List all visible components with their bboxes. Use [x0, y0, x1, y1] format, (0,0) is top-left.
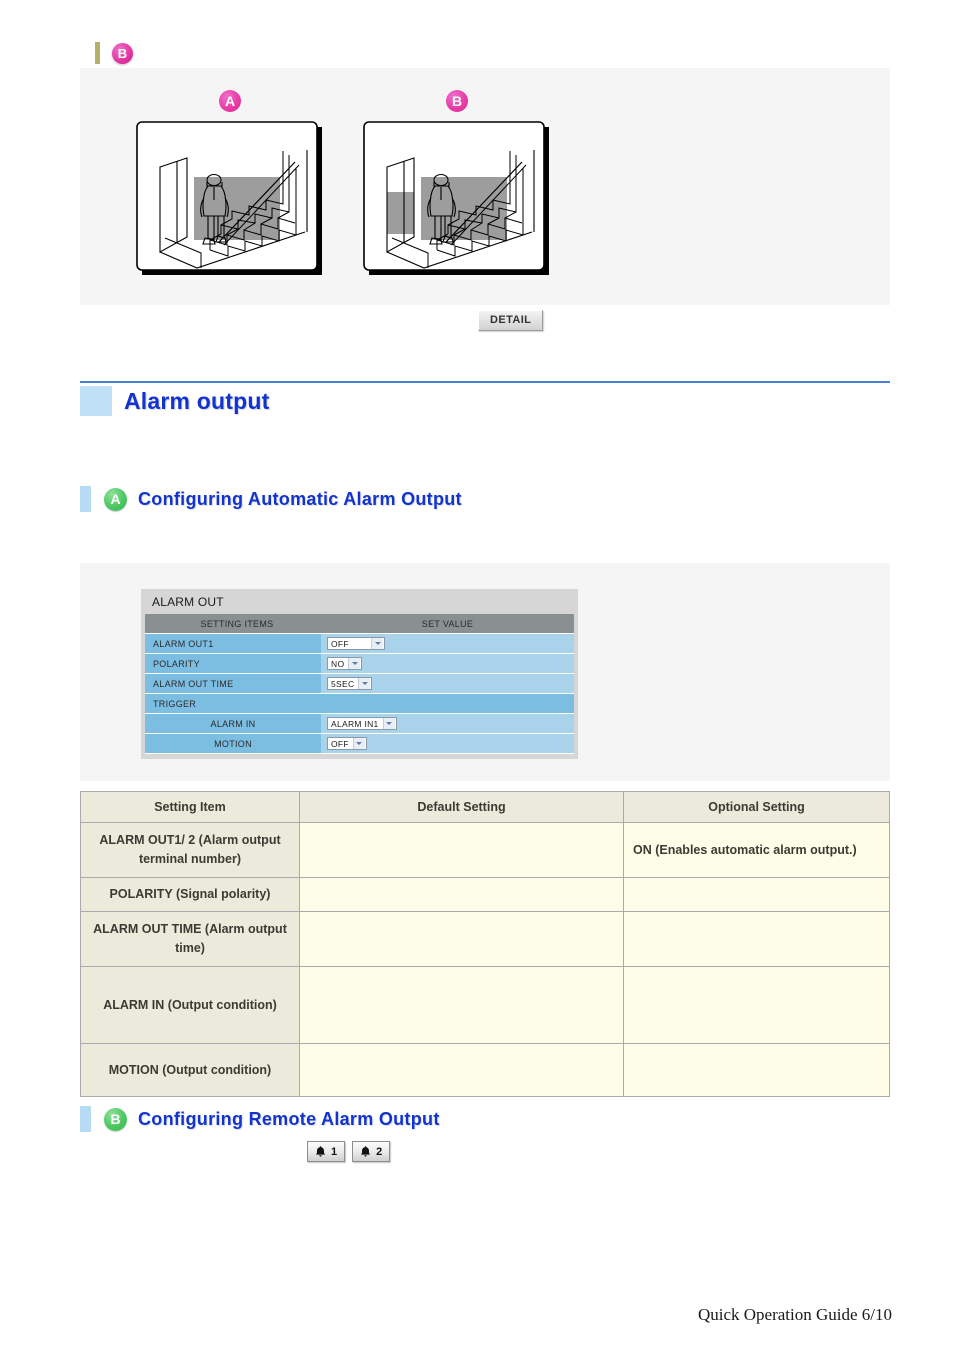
- table-row: ALARM OUT1/ 2 (Alarm output terminal num…: [80, 822, 890, 878]
- alarm-output-button-1[interactable]: 1: [307, 1141, 346, 1162]
- chevron-down-icon: [348, 658, 361, 669]
- desc-default-alarm-out: [299, 822, 624, 878]
- alarm-button-1-label: 1: [331, 1145, 338, 1158]
- settings-row-alarm-out-time: ALARM OUT TIME 5SEC: [145, 673, 574, 694]
- step-badge-b: B: [112, 42, 133, 64]
- subsection-header-b: B Configuring Remote Alarm Output: [80, 1106, 440, 1132]
- olive-accent-bar: [95, 42, 100, 64]
- desc-default-motion: [299, 1043, 624, 1098]
- value-cell-alarm-in: ALARM IN1: [321, 713, 574, 734]
- chevron-down-icon: [358, 678, 371, 689]
- subsection-chip-b: [80, 1106, 91, 1132]
- label-polarity: POLARITY: [145, 653, 321, 674]
- subsection-title-b: Configuring Remote Alarm Output: [138, 1108, 440, 1129]
- select-alarm-in[interactable]: ALARM IN1: [327, 717, 397, 730]
- label-alarm-out-time: ALARM OUT TIME: [145, 673, 321, 694]
- select-alarm-out-time-value: 5SEC: [331, 678, 355, 689]
- illustration-panel: A B: [80, 68, 890, 305]
- select-polarity[interactable]: NO: [327, 657, 363, 670]
- section-header: Alarm output: [80, 386, 270, 416]
- chevron-down-icon: [352, 738, 365, 749]
- desc-default-alarm-out-time: [299, 911, 624, 968]
- alarm-button-2-label: 2: [376, 1145, 383, 1158]
- value-cell-motion: OFF: [321, 733, 574, 754]
- illustration-group: A B: [135, 90, 552, 278]
- label-alarm-out1: ALARM OUT1: [145, 633, 321, 654]
- desc-optional-alarm-out: ON (Enables automatic alarm output.): [623, 822, 890, 878]
- select-alarm-out-time[interactable]: 5SEC: [327, 677, 373, 690]
- value-cell-alarm-out-time: 5SEC: [321, 673, 574, 694]
- section-chip: [80, 386, 112, 416]
- illustration-b: B: [362, 90, 552, 278]
- settings-description-table: Setting Item Default Setting Optional Se…: [80, 791, 890, 1098]
- desc-item-alarm-in: ALARM IN (Output condition): [80, 966, 300, 1045]
- settings-row-polarity: POLARITY NO: [145, 653, 574, 674]
- illustration-image-a: [135, 120, 325, 278]
- desc-optional-alarm-in: [623, 966, 890, 1045]
- desc-item-alarm-out: ALARM OUT1/ 2 (Alarm output terminal num…: [80, 822, 300, 878]
- chevron-down-icon: [371, 638, 383, 649]
- alarm-out-table: SETTING ITEMS SET VALUE ALARM OUT1 OFF P…: [145, 614, 574, 754]
- subsection-title-a: Configuring Automatic Alarm Output: [138, 488, 462, 509]
- page-footer: Quick Operation Guide 6/10: [697, 1305, 892, 1324]
- alarm-out-table-header: SETTING ITEMS SET VALUE: [145, 614, 574, 634]
- label-alarm-in: ALARM IN: [145, 713, 321, 734]
- alarm-out-window: ALARM OUT SETTING ITEMS SET VALUE ALARM …: [141, 589, 578, 759]
- desc-col-setting-item: Setting Item: [80, 791, 300, 823]
- table-row: MOTION (Output condition): [80, 1043, 890, 1098]
- desc-item-motion: MOTION (Output condition): [80, 1043, 300, 1098]
- settings-row-alarm-in: ALARM IN ALARM IN1: [145, 713, 574, 734]
- select-polarity-value: NO: [331, 658, 345, 669]
- desc-table-header-row: Setting Item Default Setting Optional Se…: [80, 791, 890, 823]
- column-header-setting-items: SETTING ITEMS: [145, 614, 321, 634]
- select-alarm-out1[interactable]: OFF: [327, 637, 385, 650]
- subsection-chip-a: [80, 486, 91, 512]
- desc-col-optional-setting: Optional Setting: [623, 791, 890, 823]
- column-header-set-value: SET VALUE: [321, 614, 574, 634]
- illustration-label-b: B: [446, 90, 468, 112]
- bell-icon: [316, 1146, 325, 1157]
- illustration-a: A: [135, 90, 325, 278]
- table-row: ALARM IN (Output condition): [80, 966, 890, 1045]
- desc-item-polarity: POLARITY (Signal polarity): [80, 876, 300, 913]
- section-rule: [80, 381, 890, 383]
- subsection-badge-a: A: [104, 487, 127, 511]
- subsection-badge-b: B: [104, 1107, 127, 1131]
- select-motion[interactable]: OFF: [327, 737, 367, 750]
- subsection-header-a: A Configuring Automatic Alarm Output: [80, 486, 462, 512]
- desc-optional-polarity: [623, 876, 890, 913]
- top-marker-row: B: [95, 42, 133, 64]
- settings-row-alarm-out1: ALARM OUT1 OFF: [145, 633, 574, 654]
- illustration-label-a: A: [219, 90, 241, 112]
- settings-row-trigger: TRIGGER: [145, 693, 574, 714]
- settings-screenshot-panel: ALARM OUT SETTING ITEMS SET VALUE ALARM …: [80, 563, 890, 781]
- desc-default-polarity: [299, 876, 624, 913]
- select-motion-value: OFF: [331, 738, 349, 749]
- bell-icon: [361, 1146, 371, 1157]
- select-alarm-out1-value: OFF: [331, 638, 349, 649]
- table-row: ALARM OUT TIME (Alarm output time): [80, 911, 890, 968]
- value-cell-polarity: NO: [321, 653, 574, 674]
- table-row: POLARITY (Signal polarity): [80, 876, 890, 913]
- detail-button[interactable]: DETAIL: [478, 310, 544, 331]
- desc-item-alarm-out-time: ALARM OUT TIME (Alarm output time): [80, 911, 300, 968]
- alarm-output-button-2[interactable]: 2: [352, 1141, 391, 1162]
- desc-default-alarm-in: [299, 966, 624, 1045]
- illustration-image-b: [362, 120, 552, 278]
- select-alarm-in-value: ALARM IN1: [331, 718, 379, 729]
- label-trigger: TRIGGER: [145, 693, 574, 714]
- label-motion: MOTION: [145, 733, 321, 754]
- settings-row-motion: MOTION OFF: [145, 733, 574, 754]
- desc-optional-motion: [623, 1043, 890, 1098]
- desc-optional-alarm-out-time: [623, 911, 890, 968]
- desc-col-default-setting: Default Setting: [299, 791, 624, 823]
- chevron-down-icon: [382, 718, 395, 729]
- remote-alarm-buttons: 1 2: [307, 1141, 391, 1162]
- alarm-out-caption: ALARM OUT: [152, 595, 224, 609]
- section-title: Alarm output: [124, 387, 270, 414]
- value-cell-alarm-out1: OFF: [321, 633, 574, 654]
